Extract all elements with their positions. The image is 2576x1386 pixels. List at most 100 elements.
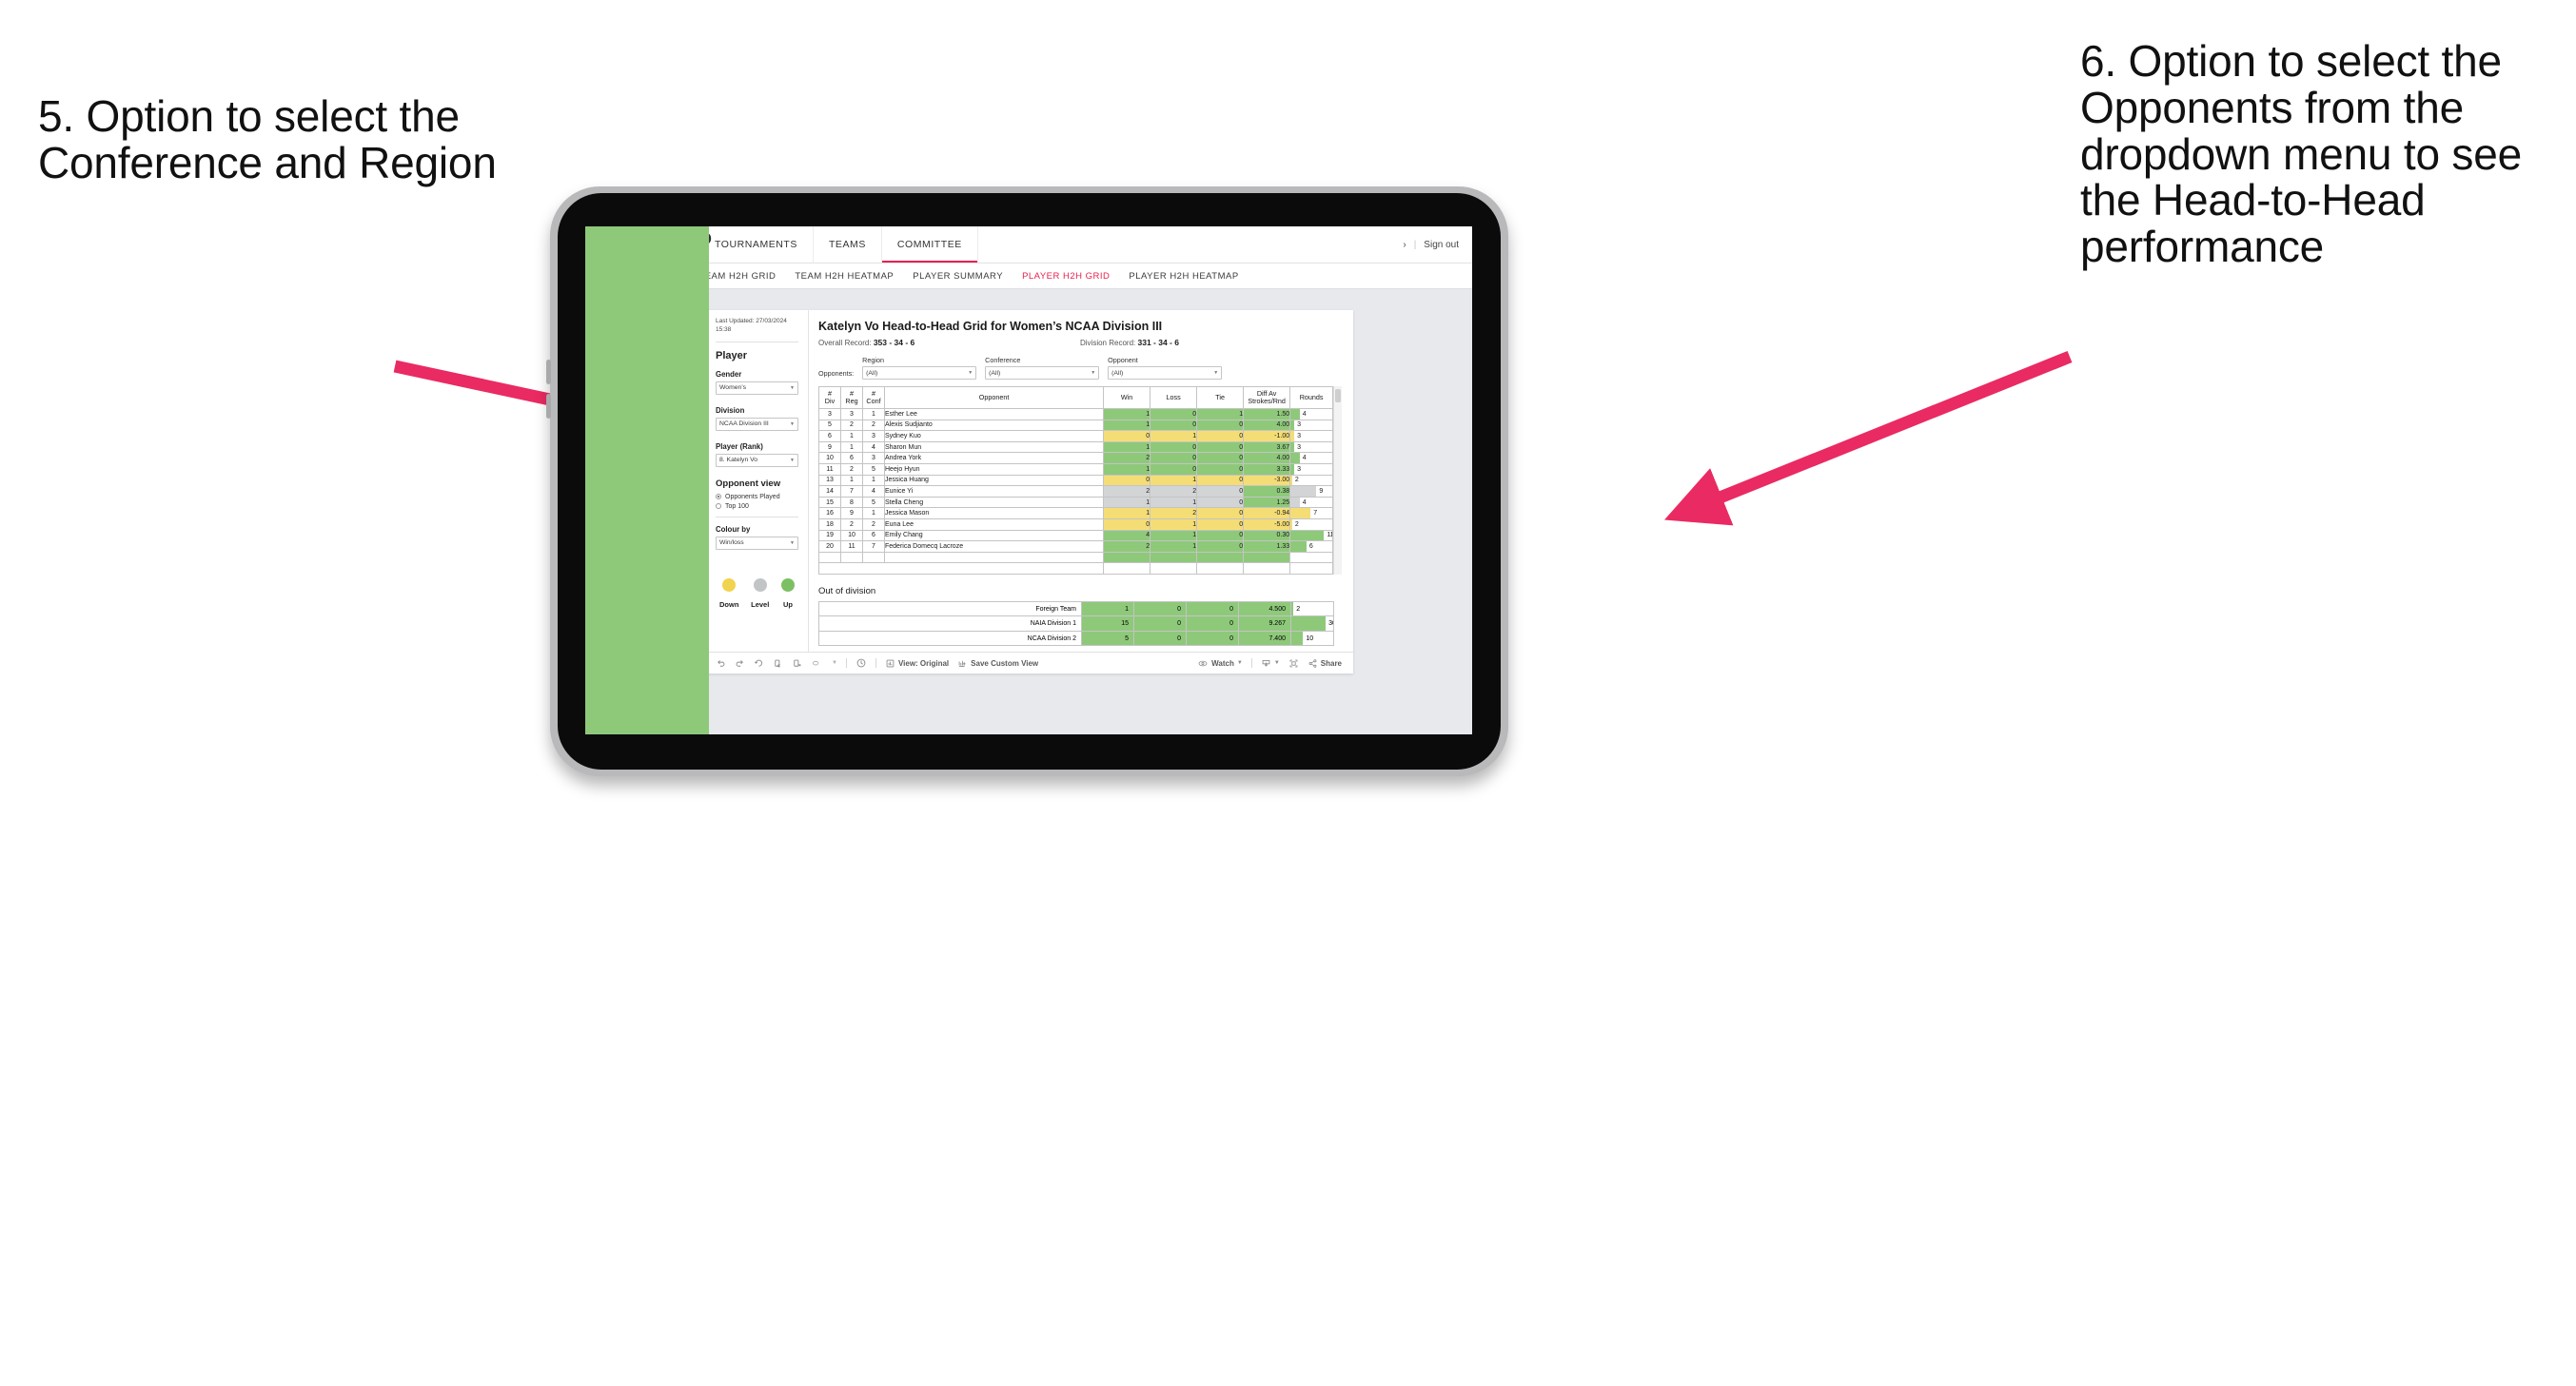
revert-icon[interactable] [754, 658, 764, 669]
table-row[interactable]: 13 1 1 Jessica Huang 0 1 0 -3.00 2 [818, 474, 1334, 487]
sign-out-link[interactable]: Sign out [1424, 240, 1459, 250]
select-opponent[interactable]: (All) ▼ [1108, 366, 1223, 380]
label-division: Division [716, 405, 745, 415]
table-row[interactable]: 16 9 1 Jessica Mason 1 2 0 -0.94 7 [818, 507, 1334, 519]
subnav-player-summary[interactable]: PLAYER SUMMARY [913, 271, 1003, 282]
col-div[interactable]: # Div [818, 386, 841, 409]
cell-diff: 1.33 [1243, 540, 1291, 553]
select-gender[interactable]: Women’s ▼ [716, 381, 798, 395]
refresh-icon[interactable] [773, 658, 783, 669]
col-conf[interactable]: # Conf [862, 386, 885, 409]
select-player-rank[interactable]: 8. Katelyn Vo ▼ [716, 453, 798, 467]
table-row[interactable]: 10 6 3 Andrea York 2 0 0 4.00 4 [818, 452, 1334, 464]
cell-opponent: Federica Domecq Lacroze [883, 540, 1105, 553]
cell-opponent: Emily Chang [883, 529, 1105, 542]
table-row[interactable]: 18 2 2 Euna Lee 0 1 0 -5.00 2 [818, 517, 1334, 531]
cell-win: 2 [1103, 540, 1151, 553]
cell-conf: 1 [862, 507, 885, 519]
watch-button[interactable]: Watch ▼ [1197, 658, 1243, 669]
subnav-team-h2h-grid[interactable]: TEAM H2H GRID [698, 271, 776, 282]
cell-tie: 0 [1196, 474, 1245, 487]
chevron-down-icon: ▼ [790, 457, 795, 463]
table-row[interactable]: 11 2 5 Heejo Hyun 1 0 0 3.33 3 [818, 462, 1334, 476]
table-row[interactable]: 5 2 2 Alexis Sudjianto 1 0 0 4.00 3 [818, 419, 1334, 432]
cell-div: 13 [818, 474, 841, 487]
subnav-player-h2h-grid[interactable]: PLAYER H2H GRID [1022, 271, 1110, 282]
legend-item-up: Up [780, 577, 795, 609]
select-region[interactable]: (All) ▼ [862, 366, 977, 380]
download-icon[interactable]: ▼ [1261, 658, 1280, 669]
cell-loss: 0 [1150, 440, 1198, 454]
rounds-value: 30 [1328, 620, 1332, 628]
subnav-player-h2h-heatmap[interactable]: PLAYER H2H HEATMAP [1129, 271, 1238, 282]
table-row[interactable]: 20 11 7 Federica Domecq Lacroze 2 1 0 1.33 6 [818, 540, 1334, 553]
cell-diff: 3.67 [1243, 440, 1291, 454]
subnav-team-h2h-heatmap[interactable]: TEAM H2H HEATMAP [795, 271, 894, 282]
cell-conf: 2 [862, 517, 885, 531]
share-button[interactable]: Share [1308, 658, 1342, 669]
col-reg[interactable]: # Reg [840, 386, 863, 409]
h2h-grid-table: # Div # Reg # Conf Opponent Win Loss Tie Di… [585, 226, 1334, 734]
col-opponent[interactable]: Opponent [883, 386, 1105, 409]
cell-div: 16 [818, 507, 841, 519]
grid-scrollbar[interactable] [1333, 386, 1342, 575]
table-row[interactable]: 14 7 4 Eunice Yi 2 2 0 0.38 9 [818, 485, 1334, 498]
select-conference[interactable]: (All) ▼ [985, 366, 1100, 380]
cell-conf: 4 [862, 440, 885, 454]
division-record: Division Record: 331 - 34 - 6 [1080, 338, 1179, 347]
table-row[interactable]: 9 1 4 Sharon Mun 1 0 0 3.67 3 [818, 440, 1334, 454]
rounds-bar [1290, 508, 1311, 518]
table-row[interactable]: NAIA Division 115009.26730 [818, 615, 1334, 632]
col-tie[interactable]: Tie [1196, 386, 1245, 409]
rounds-bar [1290, 409, 1300, 420]
chevron-down-icon[interactable]: ▼ [832, 660, 837, 666]
cell-tie: 0 [1196, 419, 1245, 432]
back-version-icon[interactable] [811, 658, 823, 669]
redo-icon[interactable] [735, 658, 745, 669]
select-colour-by[interactable]: Win/loss ▼ [716, 536, 798, 550]
view-original-button[interactable]: View: Original [885, 658, 949, 669]
col-diff[interactable]: Diff Av Strokes/Rnd [1243, 386, 1291, 409]
cell-rounds: 3 [1289, 430, 1334, 442]
pause-auto-update-icon[interactable] [855, 657, 867, 669]
table-row[interactable]: 19106Emily Chang4100.3011 [818, 529, 1334, 542]
select-player-rank-value: 8. Katelyn Vo [719, 457, 758, 464]
save-custom-view-button[interactable]: Save Custom View [957, 658, 1038, 669]
legend-label-level: Level [751, 599, 770, 609]
grid-scrollbar-thumb[interactable] [1335, 389, 1341, 402]
table-row[interactable]: Foreign Team 1 0 0 4.500 2 [818, 600, 1334, 617]
table-row[interactable]: NCAA Division 2 5 0 0 7.400 10 [818, 630, 1334, 647]
nav-teams[interactable]: TEAMS [814, 226, 882, 263]
table-row[interactable]: 6 1 3 Sydney Kuo 0 1 0 -1.00 3 [818, 430, 1334, 442]
field-colour-by: Colour by Win/loss ▼ [716, 525, 798, 550]
cell-rounds: 4 [1289, 452, 1334, 464]
chevron-right-icon[interactable]: › [1403, 240, 1406, 250]
radio-top-100[interactable]: Top 100 [716, 503, 798, 510]
cell-loss: 0 [1150, 408, 1198, 420]
select-division[interactable]: NCAA Division III ▼ [716, 417, 798, 431]
cell-diff: 9.267 [1238, 615, 1291, 632]
col-win[interactable]: Win [1103, 386, 1151, 409]
table-row[interactable]: 15 8 5 Stella Cheng 1 1 0 1.25 4 [818, 496, 1334, 509]
tableau-toolbar: ▼ View: Original Save Custom View Watch … [704, 652, 1353, 674]
nav-committee[interactable]: COMMITTEE [881, 226, 978, 263]
toolbar-divider-2 [875, 658, 876, 669]
out-of-division-title: Out of division [818, 585, 876, 596]
col-loss[interactable]: Loss [1150, 386, 1198, 409]
table-row[interactable]: 3 3 1 Esther Lee 1 0 1 1.50 4 [818, 408, 1334, 420]
rounds-value: 7 [1313, 510, 1318, 517]
sidebar-section-title: Player [716, 349, 748, 361]
pause-icon[interactable] [792, 658, 802, 669]
fullscreen-icon[interactable] [1288, 658, 1299, 669]
radio-opponents-played[interactable]: Opponents Played [716, 494, 798, 500]
filter-opponent: Opponent (All) ▼ [1108, 356, 1223, 380]
undo-icon[interactable] [716, 658, 726, 669]
cell-tie: 0 [1196, 529, 1245, 542]
cell-loss: 0 [1150, 452, 1198, 464]
col-rounds[interactable]: Rounds [1289, 386, 1334, 409]
chevron-down-icon: ▼ [1091, 370, 1096, 376]
cell-loss: 1 [1150, 517, 1198, 531]
nav-tournaments[interactable]: TOURNAMENTS [699, 226, 814, 263]
cell-conf: 5 [862, 462, 885, 476]
rounds-value: 4 [1302, 498, 1307, 506]
